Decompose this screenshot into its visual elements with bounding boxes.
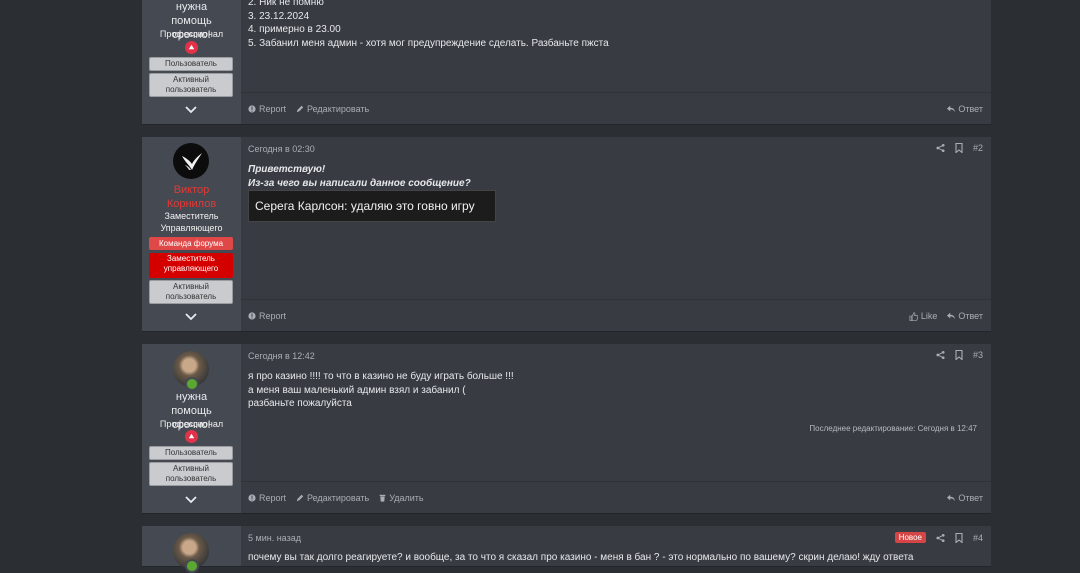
post-2-user-panel: Виктор Корнилов Заместитель Управляющего… <box>142 137 241 331</box>
report-link[interactable]: Report <box>248 311 286 321</box>
post-2-content: Приветствую! Из-за чего вы написали данн… <box>248 164 471 189</box>
trash-icon <box>379 494 386 502</box>
pencil-icon <box>296 494 304 502</box>
post-1-content: 2. Ник не помню 3. 23.12.2024 4. примерн… <box>248 0 609 49</box>
pencil-icon <box>296 105 304 113</box>
post-number[interactable]: #3 <box>973 350 983 360</box>
report-icon <box>248 494 256 502</box>
post-1-user-title: Профессионал <box>159 29 224 39</box>
rank-icon <box>185 430 198 443</box>
avatar[interactable] <box>173 143 209 179</box>
post-1-user-panel: нужна помощь срочно! Профессионал Пользо… <box>142 0 241 124</box>
reply-icon <box>947 494 956 502</box>
thumbs-up-icon <box>909 311 918 321</box>
share-icon[interactable] <box>936 533 945 543</box>
post-number[interactable]: #4 <box>973 533 983 543</box>
reply-link[interactable]: Ответ <box>947 104 983 114</box>
rank-icon <box>185 41 198 54</box>
bookmark-icon[interactable] <box>955 532 963 543</box>
share-icon[interactable] <box>936 350 945 360</box>
post-1-main: 2. Ник не помню 3. 23.12.2024 4. примерн… <box>241 0 991 124</box>
post-2: Виктор Корнилов Заместитель Управляющего… <box>142 137 991 331</box>
reply-link[interactable]: Ответ <box>947 311 983 321</box>
post-4: 5 мин. назад Новое #4 почему вы так долг… <box>142 526 991 573</box>
edit-link[interactable]: Редактировать <box>296 104 369 114</box>
post-2-footer: Report Like Ответ <box>241 299 991 332</box>
edit-link[interactable]: Редактировать <box>296 493 369 503</box>
delete-link[interactable]: Удалить <box>379 493 424 503</box>
post-3-badge-user: Пользователь <box>149 446 233 460</box>
post-3-badge-active: Активный пользователь <box>149 462 233 486</box>
like-link[interactable]: Like <box>909 311 937 321</box>
post-2-badge-active: Активный пользователь <box>149 280 233 304</box>
share-icon[interactable] <box>936 143 945 153</box>
post-2-badge-deputy: Заместитель управляющего <box>149 253 233 278</box>
reply-link[interactable]: Ответ <box>947 493 983 503</box>
new-badge: Новое <box>894 532 926 543</box>
post-2-user-title: Заместитель Управляющего <box>160 211 223 233</box>
online-status-icon <box>185 377 199 391</box>
post-2-main: Сегодня в 02:30 #2 Приветствую! Из-за че… <box>241 137 991 331</box>
reply-icon <box>947 105 956 113</box>
report-link[interactable]: Report <box>248 493 286 503</box>
post-3-footer: Report Редактировать Удалить Ответ <box>241 481 991 514</box>
post-1-footer: Report Редактировать Ответ <box>241 92 991 125</box>
chevron-down-icon[interactable] <box>185 106 197 116</box>
online-status-icon <box>185 559 199 573</box>
post-3-content: я про казино !!!! то что в казино не буд… <box>248 371 514 409</box>
post-number[interactable]: #2 <box>973 143 983 153</box>
post-4-main: 5 мин. назад Новое #4 почему вы так долг… <box>241 526 991 566</box>
bookmark-icon[interactable] <box>955 143 963 153</box>
post-2-top-actions: #2 <box>936 143 983 153</box>
report-icon <box>248 312 256 320</box>
report-link[interactable]: Report <box>248 104 286 114</box>
bird-logo-icon <box>182 153 202 170</box>
reply-icon <box>947 312 956 320</box>
post-4-content: почему вы так долго реагируете? и вообще… <box>248 552 914 563</box>
post-4-top-actions: Новое #4 <box>894 532 983 543</box>
chevron-down-icon[interactable] <box>185 496 197 506</box>
post-1-badge-user: Пользователь <box>149 57 233 71</box>
post-3-user-title: Профессионал <box>159 419 224 429</box>
post-2-badge-team: Команда форума <box>149 237 233 250</box>
post-3: нужна помощь срочно! Профессионал Пользо… <box>142 344 991 513</box>
post-date[interactable]: Сегодня в 12:42 <box>248 351 315 361</box>
chevron-down-icon[interactable] <box>185 313 197 323</box>
post-4-user-panel <box>142 526 241 573</box>
post-3-top-actions: #3 <box>936 350 983 360</box>
post-1: нужна помощь срочно! Профессионал Пользо… <box>142 0 991 124</box>
post-date[interactable]: 5 мин. назад <box>248 533 301 543</box>
post-date[interactable]: Сегодня в 02:30 <box>248 144 315 154</box>
last-edited-note[interactable]: Последнее редактирование: Сегодня в 12:4… <box>809 424 977 433</box>
post-3-main: Сегодня в 12:42 #3 я про казино !!!! то … <box>241 344 991 513</box>
post-1-badge-active: Активный пользователь <box>149 73 233 97</box>
attached-screenshot[interactable]: Серега Карлсон: удаляю это говно игру <box>248 190 496 222</box>
bookmark-icon[interactable] <box>955 350 963 360</box>
report-icon <box>248 105 256 113</box>
post-2-username[interactable]: Виктор Корнилов <box>142 183 241 211</box>
post-3-user-panel: нужна помощь срочно! Профессионал Пользо… <box>142 344 241 513</box>
